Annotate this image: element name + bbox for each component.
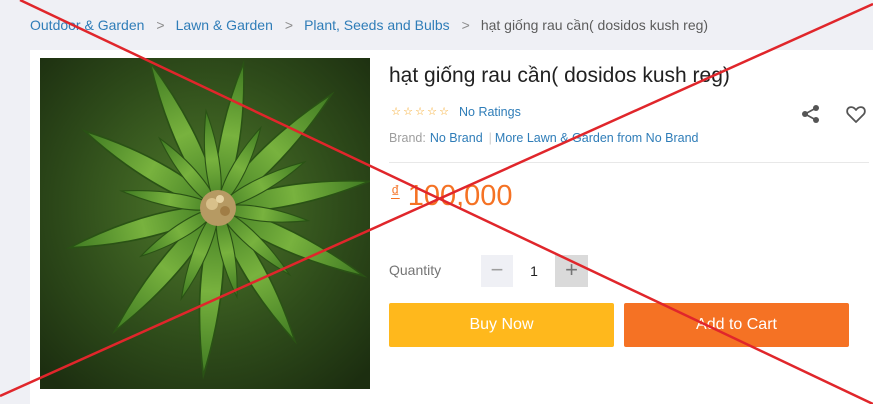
product-title: hạt giống rau cần( dosidos kush reg) xyxy=(389,64,730,87)
star-empty-icon: ☆ xyxy=(439,106,449,118)
star-empty-icon: ☆ xyxy=(427,106,437,118)
star-empty-icon: ☆ xyxy=(391,106,401,118)
breadcrumb-item-outdoor-garden[interactable]: Outdoor & Garden xyxy=(30,17,144,33)
brand-link[interactable]: No Brand xyxy=(430,131,483,145)
ratings-link[interactable]: No Ratings xyxy=(459,105,521,119)
quantity-decrease-button[interactable]: − xyxy=(481,255,513,287)
star-empty-icon: ☆ xyxy=(403,106,413,118)
quantity-increase-button[interactable]: + xyxy=(555,255,588,287)
quantity-label: Quantity xyxy=(389,262,442,278)
share-icon[interactable] xyxy=(800,103,822,125)
add-to-cart-button[interactable]: Add to Cart xyxy=(624,303,849,347)
brand-label: Brand: xyxy=(389,131,426,145)
rating-row: ☆ ☆ ☆ ☆ ☆ No Ratings xyxy=(390,104,521,120)
brand-row: Brand: No Brand | More Lawn & Garden fro… xyxy=(389,130,698,146)
price: ₫ 100,000 xyxy=(391,180,513,213)
product-image[interactable] xyxy=(40,58,370,389)
breadcrumb-current: hạt giống rau cần( dosidos kush reg) xyxy=(480,17,709,33)
breadcrumb-separator: > xyxy=(461,17,470,33)
divider xyxy=(389,162,869,163)
breadcrumb: Outdoor & Garden > Lawn & Garden > Plant… xyxy=(30,14,708,36)
breadcrumb-separator: > xyxy=(156,17,165,33)
currency-symbol: ₫ xyxy=(391,182,400,201)
breadcrumb-separator: > xyxy=(284,17,294,33)
breadcrumb-item-plant-seeds-bulbs[interactable]: Plant, Seeds and Bulbs xyxy=(304,17,450,33)
quantity-input[interactable] xyxy=(513,255,555,287)
brand-separator: | xyxy=(488,131,492,145)
price-amount: 100,000 xyxy=(407,180,513,212)
cannabis-plant-image xyxy=(40,58,370,389)
buy-now-button[interactable]: Buy Now xyxy=(389,303,614,347)
rating-stars: ☆ ☆ ☆ ☆ ☆ xyxy=(390,106,450,118)
heart-icon[interactable] xyxy=(845,103,867,125)
star-empty-icon: ☆ xyxy=(415,106,425,118)
breadcrumb-item-lawn-garden[interactable]: Lawn & Garden xyxy=(176,17,273,33)
more-from-brand-link[interactable]: More Lawn & Garden from No Brand xyxy=(495,131,699,145)
